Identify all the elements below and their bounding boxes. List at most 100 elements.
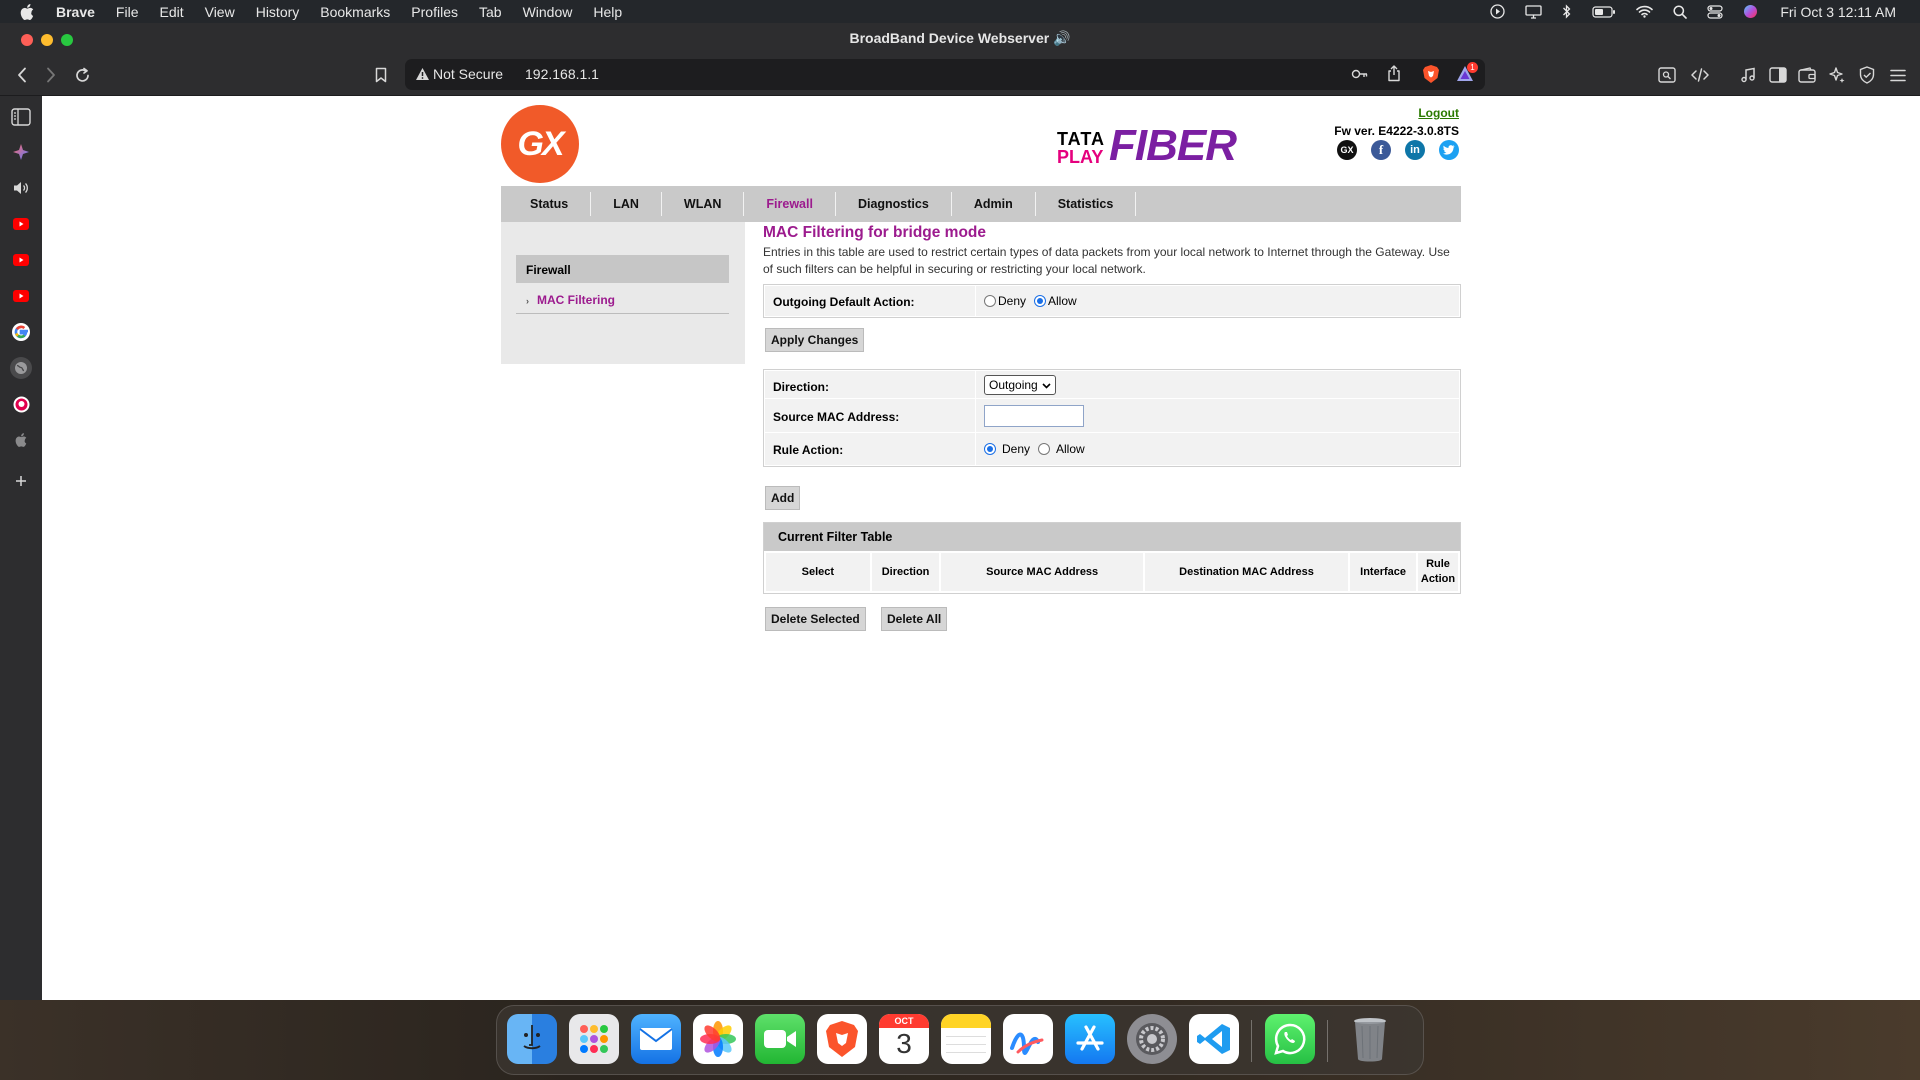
finder-icon[interactable] (507, 1014, 557, 1064)
nav-tab-diagnostics[interactable]: Diagnostics (836, 192, 952, 216)
side-menu-item-mac-filtering[interactable]: › MAC Filtering (516, 286, 729, 314)
nav-tab-status[interactable]: Status (501, 192, 592, 216)
radio-label: Deny (998, 294, 1027, 308)
app-store-icon[interactable] (1065, 1014, 1115, 1064)
system-settings-icon[interactable] (1127, 1014, 1177, 1064)
add-icon[interactable] (10, 470, 32, 492)
menu-view[interactable]: View (205, 4, 235, 20)
radio-button-selected[interactable] (1034, 295, 1047, 307)
gx-social-icon[interactable]: GX (1337, 140, 1357, 160)
nav-tab-firewall[interactable]: Firewall (744, 192, 836, 216)
brave-rewards-icon[interactable]: 1 (1456, 62, 1478, 87)
menu-file[interactable]: File (116, 4, 139, 20)
menu-tab[interactable]: Tab (479, 4, 502, 20)
youtube-icon[interactable] (10, 249, 32, 271)
photos-icon[interactable] (693, 1014, 743, 1064)
reader-mode-icon[interactable] (1656, 64, 1678, 86)
security-status-label[interactable]: Not Secure (433, 66, 503, 82)
side-menu-header[interactable]: Firewall (516, 255, 729, 283)
launchpad-icon[interactable] (569, 1014, 619, 1064)
vpn-shield-icon[interactable] (1856, 64, 1878, 86)
globe-icon[interactable] (10, 357, 32, 379)
nav-tab-statistics[interactable]: Statistics (1036, 192, 1137, 216)
whatsapp-icon[interactable] (1265, 1014, 1315, 1064)
vscode-icon[interactable] (1189, 1014, 1239, 1064)
twitter-icon[interactable] (1439, 140, 1459, 160)
facebook-icon[interactable]: f (1371, 140, 1391, 160)
leo-ai-icon[interactable] (1826, 64, 1848, 86)
battery-icon[interactable] (1592, 5, 1616, 18)
facetime-icon[interactable] (755, 1014, 805, 1064)
youtube-icon[interactable] (10, 213, 32, 235)
side-menu-item-label: MAC Filtering (537, 293, 615, 307)
brave-icon[interactable] (817, 1014, 867, 1064)
youtube-icon[interactable] (10, 285, 32, 307)
menu-edit[interactable]: Edit (159, 4, 183, 20)
sidebar-toggle-icon[interactable] (10, 106, 32, 128)
menu-history[interactable]: History (256, 4, 300, 20)
rule-deny-radio[interactable]: Deny (984, 442, 1030, 456)
brave-shields-icon[interactable] (1422, 64, 1440, 89)
back-icon[interactable] (11, 64, 33, 86)
wallet-icon[interactable] (1796, 64, 1818, 86)
url-text[interactable]: 192.168.1.1 (525, 66, 599, 82)
apple-icon[interactable] (10, 429, 32, 451)
display-icon[interactable] (1525, 4, 1542, 19)
web-page: GX TATA PLAY FIBER Logout Fw ver. E4222-… (42, 96, 1920, 1000)
share-icon[interactable] (1387, 65, 1401, 87)
brave-talk-icon[interactable] (10, 393, 32, 415)
rule-allow-radio[interactable]: Allow (1038, 442, 1085, 456)
direction-select[interactable]: Outgoing (984, 374, 1056, 395)
spotlight-search-icon[interactable] (1673, 4, 1688, 19)
speaker-icon[interactable] (10, 177, 32, 199)
menu-window[interactable]: Window (523, 4, 573, 20)
forward-icon[interactable] (40, 64, 62, 86)
default-action-box: Outgoing Default Action: Deny Allow (763, 284, 1461, 318)
bookmark-icon[interactable] (370, 64, 392, 86)
control-center-icon[interactable] (1707, 4, 1723, 19)
menu-clock[interactable]: Fri Oct 3 12:11 AM (1780, 4, 1896, 20)
address-bar[interactable]: Not Secure 192.168.1.1 1 (405, 59, 1485, 90)
wifi-icon[interactable] (1636, 5, 1654, 18)
leo-ai-sidebar-icon[interactable] (10, 141, 32, 163)
nav-tab-wlan[interactable]: WLAN (662, 192, 745, 216)
play-status-icon[interactable] (1490, 4, 1505, 19)
outgoing-allow-radio[interactable]: Allow (1034, 294, 1077, 308)
radio-button-selected[interactable] (984, 443, 996, 455)
menu-app-name[interactable]: Brave (56, 4, 95, 20)
calendar-icon[interactable]: OCT 3 (879, 1014, 929, 1064)
apply-changes-button[interactable]: Apply Changes (765, 328, 865, 352)
password-key-icon[interactable] (1351, 67, 1369, 86)
delete-all-button[interactable]: Delete All (881, 607, 948, 631)
browser-sidebar (0, 96, 42, 1000)
mail-icon[interactable] (631, 1014, 681, 1064)
google-icon[interactable] (10, 321, 32, 343)
radio-button[interactable] (1038, 443, 1051, 455)
freeform-icon[interactable] (1003, 1014, 1053, 1064)
developer-tools-icon[interactable] (1689, 64, 1711, 86)
sidebar-panel-icon[interactable] (1767, 64, 1789, 86)
notes-icon[interactable] (941, 1014, 991, 1064)
reload-icon[interactable] (71, 64, 93, 86)
nav-tab-admin[interactable]: Admin (952, 192, 1036, 216)
source-mac-input[interactable] (984, 404, 1084, 427)
logout-link[interactable]: Logout (1418, 106, 1459, 120)
filter-table-title: Current Filter Table (764, 523, 1460, 551)
not-secure-warning-icon[interactable] (415, 67, 430, 86)
siri-icon[interactable] (1743, 4, 1758, 19)
radio-button[interactable] (984, 295, 996, 307)
hamburger-menu-icon[interactable] (1887, 64, 1909, 86)
add-rule-button[interactable]: Add (765, 486, 801, 510)
delete-selected-button[interactable]: Delete Selected (765, 607, 866, 631)
nav-tab-lan[interactable]: LAN (591, 192, 662, 216)
menu-bookmarks[interactable]: Bookmarks (320, 4, 390, 20)
menu-help[interactable]: Help (593, 4, 622, 20)
bluetooth-icon[interactable] (1562, 4, 1572, 19)
outgoing-deny-radio[interactable]: Deny (984, 294, 1026, 308)
linkedin-icon[interactable]: in (1405, 140, 1425, 160)
apple-menu-icon[interactable] (20, 3, 40, 20)
media-music-icon[interactable] (1737, 64, 1759, 86)
radio-label: Allow (1048, 294, 1077, 308)
trash-icon[interactable] (1345, 1014, 1395, 1064)
menu-profiles[interactable]: Profiles (411, 4, 458, 20)
